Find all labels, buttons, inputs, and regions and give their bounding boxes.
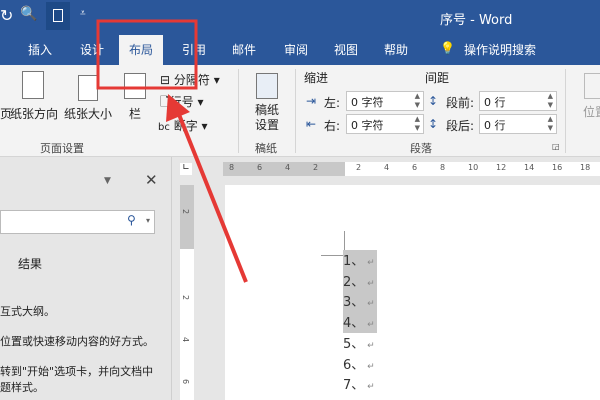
annotation-arrow bbox=[176, 111, 248, 283]
highlight-box bbox=[96, 19, 198, 90]
annotation-overlay bbox=[96, 19, 248, 283]
arrow-head bbox=[166, 94, 190, 122]
